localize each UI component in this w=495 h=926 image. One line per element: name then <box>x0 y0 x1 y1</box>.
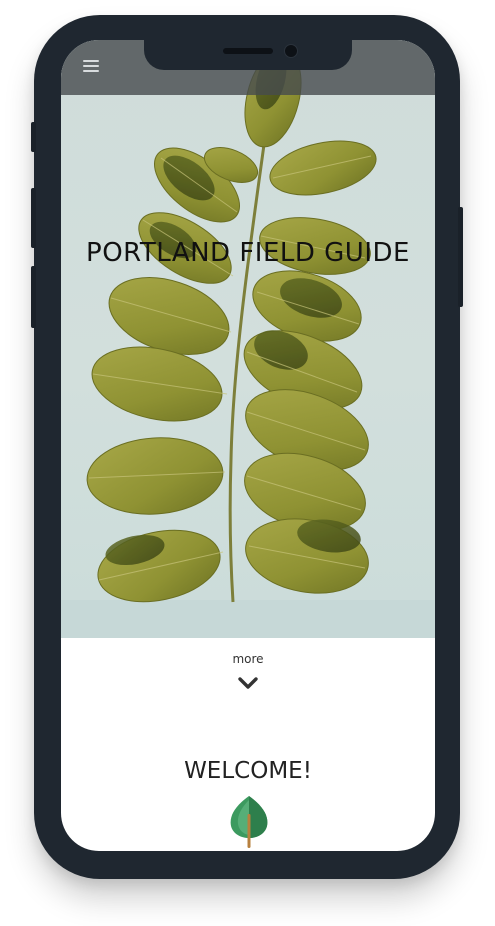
speaker-grille <box>223 48 273 54</box>
chevron-down-icon[interactable] <box>236 675 260 691</box>
volume-down-button <box>31 266 36 328</box>
phone-screen: PORTLAND FIELD GUIDE more WELCOME! <box>61 40 435 851</box>
tree-icon <box>230 796 268 848</box>
phone-notch <box>144 40 352 70</box>
silent-switch <box>31 122 36 152</box>
more-link-label[interactable]: more <box>61 652 435 666</box>
leaf-photo <box>61 48 435 638</box>
hero-banner: PORTLAND FIELD GUIDE <box>61 40 435 638</box>
welcome-heading: WELCOME! <box>184 758 312 784</box>
front-camera <box>284 44 298 58</box>
volume-up-button <box>31 188 36 248</box>
power-button <box>458 207 463 307</box>
hamburger-menu-icon[interactable] <box>81 58 101 74</box>
page-title: PORTLAND FIELD GUIDE <box>86 238 410 268</box>
